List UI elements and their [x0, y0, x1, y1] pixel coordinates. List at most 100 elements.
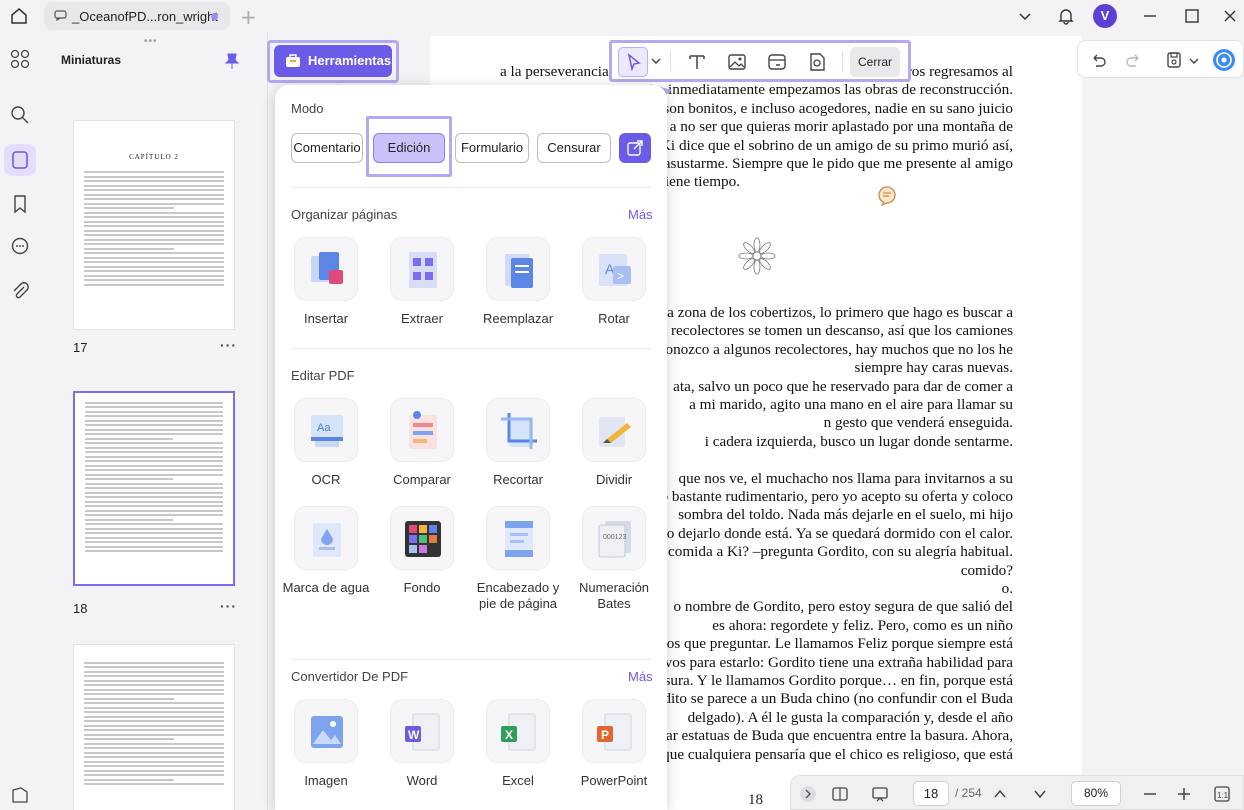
tool-split[interactable]: Dividir [566, 398, 662, 488]
chevron-down-icon[interactable] [650, 55, 662, 67]
tool-label: Reemplazar [482, 311, 554, 326]
thumbnail-line [84, 679, 224, 682]
reading-mode-icon[interactable] [831, 785, 849, 803]
zoom-out-icon[interactable] [1141, 785, 1159, 803]
minimize-icon[interactable] [1140, 6, 1160, 26]
word-file-icon: W [405, 713, 440, 751]
mode-form-button[interactable]: Formulario [455, 133, 529, 163]
tool-crop[interactable]: Recortar [470, 398, 566, 488]
bookmark-icon[interactable] [9, 193, 31, 215]
ocr-icon: Aa [311, 415, 343, 447]
pin-icon[interactable] [224, 52, 240, 70]
tool-watermark[interactable]: Marca de agua [278, 506, 374, 596]
thumbnail-line [84, 684, 224, 686]
svg-text:>: > [617, 269, 624, 283]
save-icon[interactable] [1164, 50, 1184, 70]
organize-more-link[interactable]: Más [628, 207, 653, 222]
thumbnail-line [85, 550, 223, 552]
open-external-button[interactable] [619, 133, 651, 163]
ai-assistant-icon[interactable] [1212, 48, 1236, 72]
thumbnail-line [85, 464, 223, 467]
panel-grip[interactable]: ••• [144, 36, 164, 47]
page-thumbnail-18[interactable] [73, 391, 235, 586]
thumbnail-line [84, 243, 224, 245]
grid-icon[interactable] [9, 48, 31, 70]
stamp-icon[interactable] [806, 51, 828, 73]
more-options-icon[interactable]: ··· [220, 598, 237, 614]
layers-icon[interactable] [9, 784, 31, 806]
page-thumbnail-17[interactable]: CAPÍTULO 2 [73, 120, 235, 330]
tool-rotate[interactable]: A > Rotar [566, 237, 662, 327]
tool-to-excel[interactable]: X Excel [470, 699, 566, 789]
redo-icon[interactable] [1124, 50, 1144, 70]
tool-background[interactable]: Fondo [374, 506, 470, 596]
image-icon[interactable] [726, 51, 748, 73]
tool-to-powerpoint[interactable]: P PowerPoint [566, 699, 662, 789]
more-options-icon[interactable]: ··· [220, 337, 237, 353]
converter-more-link[interactable]: Más [628, 669, 653, 684]
comments-icon[interactable] [9, 236, 31, 258]
chevron-down-icon[interactable] [1015, 6, 1035, 26]
tool-label: Fondo [403, 580, 441, 595]
tool-label: Rotar [598, 311, 630, 326]
zoom-level[interactable]: 80% [1071, 781, 1121, 806]
maximize-icon[interactable] [1182, 6, 1202, 26]
thumbnail-line [84, 733, 224, 736]
comment-marker-icon[interactable] [876, 186, 898, 206]
tool-insert[interactable]: Insertar [278, 237, 374, 327]
mode-redact-button[interactable]: Censurar [537, 133, 611, 163]
chevron-down-icon[interactable] [1188, 55, 1200, 67]
word-tile: W [390, 699, 454, 763]
thumbnail-line [84, 247, 174, 250]
edit-toolbar: Cerrar [609, 40, 911, 82]
avatar[interactable]: V [1093, 4, 1117, 28]
zoom-in-icon[interactable] [1175, 785, 1193, 803]
search-icon[interactable] [9, 104, 31, 126]
close-icon[interactable] [1220, 6, 1240, 26]
svg-text:X: X [505, 728, 513, 742]
tools-button[interactable]: Herramientas [274, 45, 392, 77]
thumbnails-icon[interactable] [9, 149, 31, 171]
unsaved-dot [211, 13, 218, 20]
new-tab-button[interactable]: + [240, 5, 257, 29]
attachment-icon[interactable] [9, 280, 31, 302]
thumbnail-line [84, 688, 224, 691]
tool-extract[interactable]: Extraer [374, 237, 470, 327]
tool-bates-numbering[interactable]: 000123 Numeración Bates [566, 506, 662, 612]
bell-icon[interactable] [1056, 6, 1076, 26]
thumbnail-line [84, 697, 174, 700]
document-tab[interactable]: _OceanofPD...ron_wright [44, 2, 230, 30]
thumbnail-line [85, 473, 223, 476]
previous-page-icon[interactable] [991, 785, 1009, 803]
thumbnail-line [85, 487, 223, 489]
tool-to-image[interactable]: Imagen [278, 699, 374, 789]
toolbox-icon [286, 54, 300, 67]
actual-size-icon[interactable]: 1:1 [1213, 785, 1231, 803]
home-icon[interactable] [8, 5, 30, 27]
next-page-icon[interactable] [1031, 785, 1049, 803]
tool-to-word[interactable]: W Word [374, 699, 470, 789]
toolbar-divider [842, 52, 843, 72]
expand-arrow-icon[interactable] [799, 785, 817, 803]
cursor-icon [627, 53, 641, 71]
select-tool-button[interactable] [618, 47, 648, 77]
thumbnail-line [85, 482, 223, 485]
current-page-input[interactable]: 18 [913, 781, 949, 806]
tool-compare[interactable]: Comparar [374, 398, 470, 488]
tools-panel: Modo Comentario Edición Formulario Censu… [275, 85, 667, 810]
close-edit-button[interactable]: Cerrar [850, 47, 900, 77]
tool-header-footer[interactable]: Encabezado y pie de página [470, 506, 566, 612]
link-icon[interactable] [766, 51, 788, 73]
undo-icon[interactable] [1088, 50, 1108, 70]
tool-label: Excel [502, 773, 534, 788]
thumbnail-line [85, 527, 223, 530]
presentation-icon[interactable] [871, 785, 889, 803]
left-rail [0, 32, 40, 810]
tool-replace[interactable]: Reemplazar [470, 237, 566, 327]
edit-mode-highlight [366, 116, 452, 177]
text-icon[interactable] [686, 51, 708, 73]
page-thumbnail-19[interactable] [73, 644, 235, 810]
mode-comment-button[interactable]: Comentario [291, 133, 363, 163]
tool-ocr[interactable]: Aa OCR [278, 398, 374, 488]
external-link-icon [627, 140, 643, 156]
